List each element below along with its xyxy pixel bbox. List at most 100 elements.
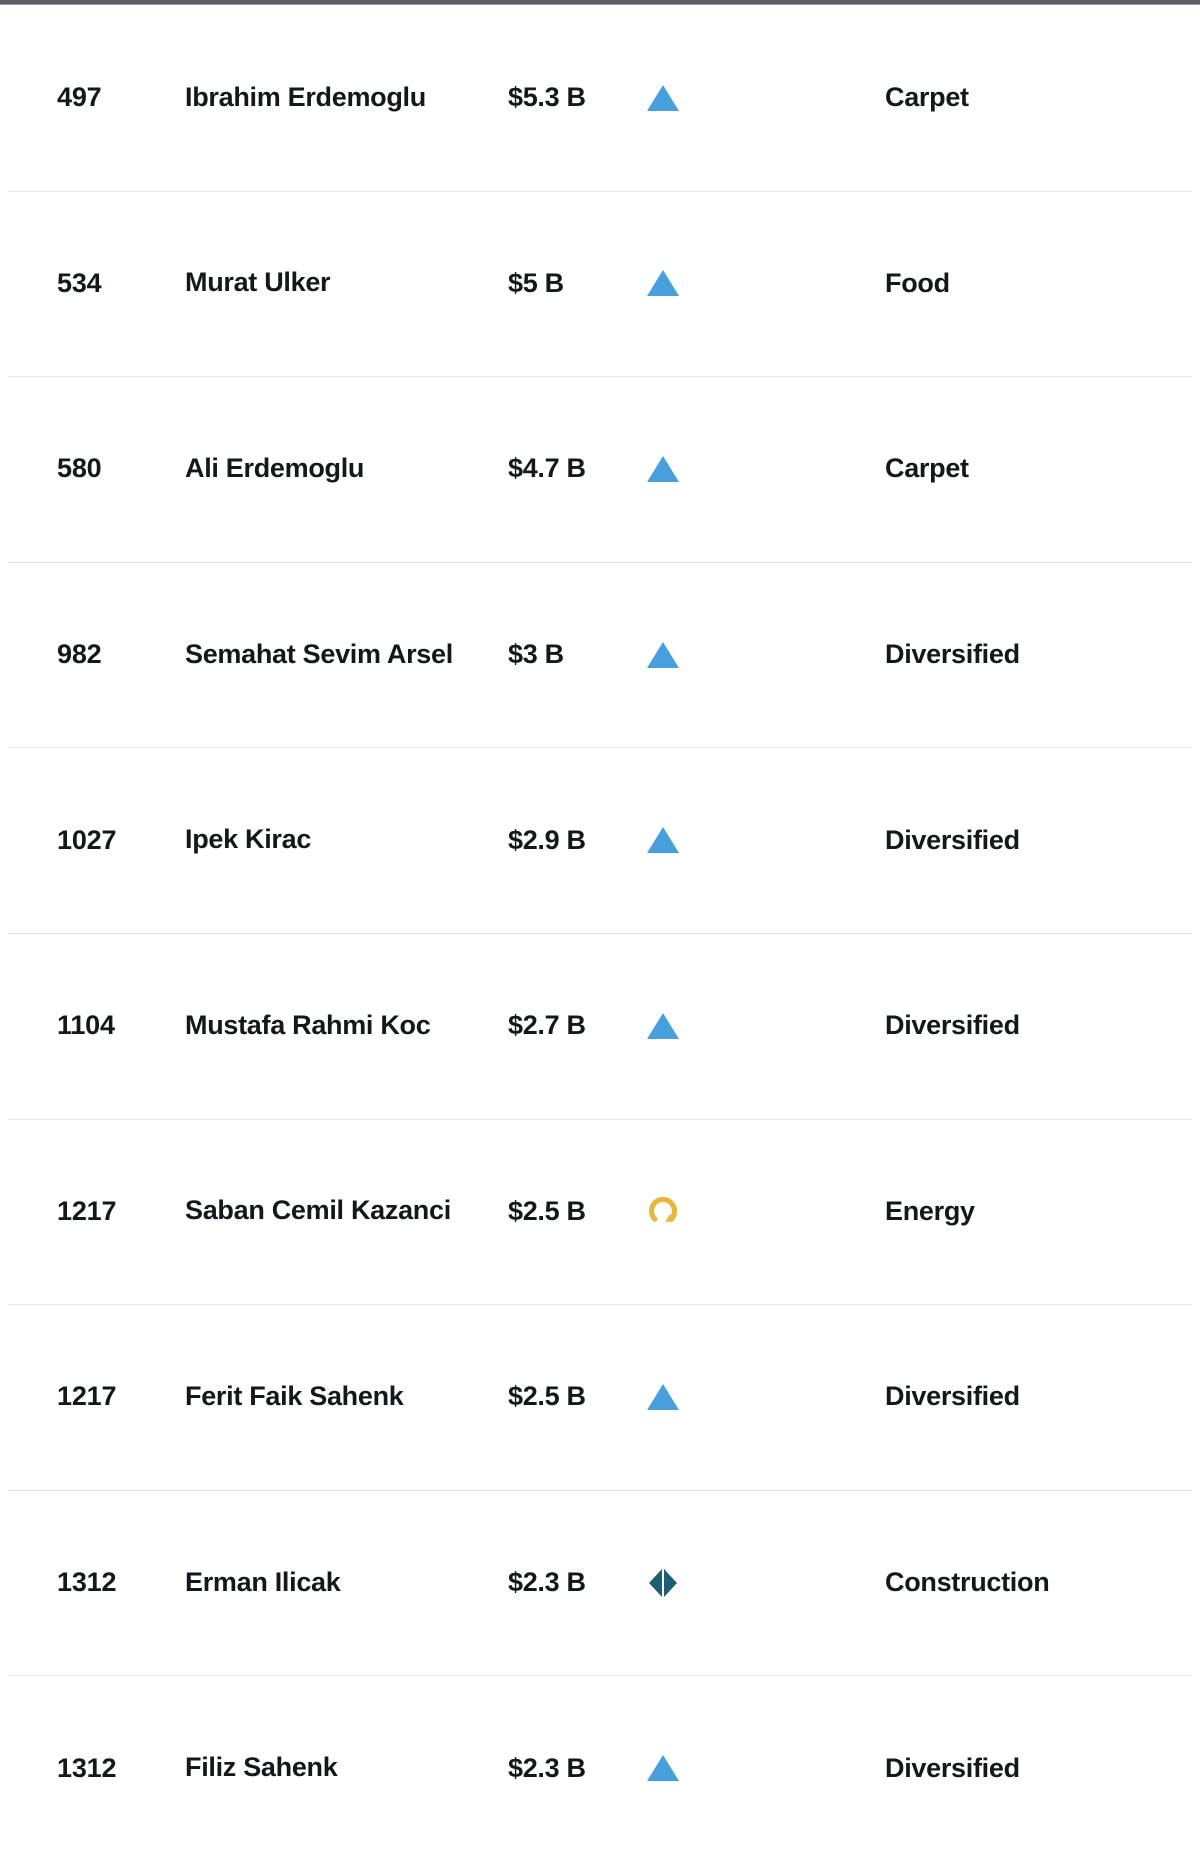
rank-cell: 1312 <box>0 1490 185 1676</box>
net-worth-value: $5 B <box>508 267 564 298</box>
person-name: Ali Erdemoglu <box>185 453 365 484</box>
net-worth-value: $2.5 B <box>508 1195 586 1226</box>
rank-value: 1217 <box>57 1381 117 1412</box>
rank-cell: 982 <box>0 562 185 748</box>
name-cell[interactable]: Murat Ulker <box>185 191 508 377</box>
up-triangle-icon <box>646 1011 680 1041</box>
net-worth-value: $2.9 B <box>508 824 586 855</box>
table-row[interactable]: 1217 Ferit Faik Sahenk $2.5 B Diversified <box>0 1304 1200 1490</box>
name-cell[interactable]: Ferit Faik Sahenk <box>185 1304 508 1490</box>
table-row[interactable]: 1312 Filiz Sahenk $2.3 B Diversified <box>0 1675 1200 1861</box>
rank-cell: 580 <box>0 376 185 562</box>
billionaires-table-page: 497 Ibrahim Erdemoglu $5.3 B Carpet 534 Murat… <box>0 0 1200 1861</box>
industry-cell: Diversified <box>885 1304 1200 1490</box>
table-row[interactable]: 982 Semahat Sevim Arsel $3 B Diversified <box>0 561 1200 748</box>
up-triangle-icon <box>646 1753 680 1783</box>
rank-value: 497 <box>57 82 102 113</box>
up-triangle-icon <box>646 83 680 113</box>
name-cell[interactable]: Filiz Sahenk <box>185 1675 508 1861</box>
industry-cell: Carpet <box>885 376 1200 562</box>
change-cell <box>635 191 885 377</box>
table-row[interactable]: 497 Ibrahim Erdemoglu $5.3 B Carpet <box>0 5 1200 191</box>
net-worth-cell: $4.7 B <box>508 376 635 562</box>
net-worth-cell: $5 B <box>508 191 635 377</box>
industry-cell: Diversified <box>885 933 1200 1119</box>
change-cell <box>635 1675 885 1861</box>
industry-cell: Diversified <box>885 562 1200 748</box>
person-name: Mustafa Rahmi Koc <box>185 1009 431 1040</box>
industry-value: Diversified <box>885 1010 1020 1041</box>
table-row[interactable]: 534 Murat Ulker $5 B Food <box>0 190 1200 377</box>
person-name: Saban Cemil Kazanci <box>185 1195 451 1226</box>
rank-cell: 1217 <box>0 1304 185 1490</box>
name-cell[interactable]: Semahat Sevim Arsel <box>185 562 508 748</box>
name-cell[interactable]: Ibrahim Erdemoglu <box>185 5 508 191</box>
net-worth-cell: $2.5 B <box>508 1119 635 1305</box>
net-worth-cell: $2.3 B <box>508 1675 635 1861</box>
industry-cell: Diversified <box>885 1675 1200 1861</box>
table-row[interactable]: 1217 Saban Cemil Kazanci $2.5 B Energy <box>0 1118 1200 1305</box>
billionaires-table: 497 Ibrahim Erdemoglu $5.3 B Carpet 534 Murat… <box>0 5 1200 1861</box>
industry-cell: Food <box>885 191 1200 377</box>
name-cell[interactable]: Saban Cemil Kazanci <box>185 1119 508 1305</box>
up-triangle-icon <box>646 454 680 484</box>
industry-value: Food <box>885 267 950 298</box>
industry-value: Energy <box>885 1195 975 1226</box>
name-cell[interactable]: Ipek Kirac <box>185 747 508 933</box>
rank-cell: 534 <box>0 191 185 377</box>
industry-value: Diversified <box>885 639 1020 670</box>
net-worth-value: $2.3 B <box>508 1752 586 1783</box>
person-name: Erman Ilicak <box>185 1566 341 1597</box>
rank-value: 1312 <box>57 1752 117 1783</box>
net-worth-value: $2.7 B <box>508 1010 586 1041</box>
person-name: Ibrahim Erdemoglu <box>185 81 426 112</box>
name-cell[interactable]: Erman Ilicak <box>185 1490 508 1676</box>
industry-value: Carpet <box>885 453 969 484</box>
net-worth-cell: $2.7 B <box>508 933 635 1119</box>
change-cell <box>635 1119 885 1305</box>
person-name: Murat Ulker <box>185 267 331 298</box>
industry-value: Diversified <box>885 1381 1020 1412</box>
table-row[interactable]: 1104 Mustafa Rahmi Koc $2.7 B Diversified <box>0 932 1200 1119</box>
rank-cell: 1312 <box>0 1675 185 1861</box>
net-worth-cell: $2.5 B <box>508 1304 635 1490</box>
net-worth-value: $4.7 B <box>508 453 586 484</box>
industry-cell: Diversified <box>885 747 1200 933</box>
table-row[interactable]: 1312 Erman Ilicak $2.3 B Construction <box>0 1489 1200 1676</box>
industry-value: Diversified <box>885 824 1020 855</box>
rank-value: 1312 <box>57 1567 117 1598</box>
industry-value: Carpet <box>885 82 969 113</box>
change-cell <box>635 1490 885 1676</box>
person-name: Ferit Faik Sahenk <box>185 1381 404 1412</box>
change-cell <box>635 933 885 1119</box>
rank-cell: 1217 <box>0 1119 185 1305</box>
up-triangle-icon <box>646 825 680 855</box>
up-triangle-icon <box>646 640 680 670</box>
industry-cell: Construction <box>885 1490 1200 1676</box>
industry-cell: Energy <box>885 1119 1200 1305</box>
industry-value: Construction <box>885 1567 1050 1598</box>
net-worth-value: $3 B <box>508 639 564 670</box>
up-triangle-icon <box>646 268 680 298</box>
left-right-diamond-icon <box>646 1566 680 1600</box>
net-worth-value: $5.3 B <box>508 82 586 113</box>
person-name: Filiz Sahenk <box>185 1752 338 1783</box>
net-worth-cell: $3 B <box>508 562 635 748</box>
industry-cell: Carpet <box>885 5 1200 191</box>
change-cell <box>635 747 885 933</box>
name-cell[interactable]: Mustafa Rahmi Koc <box>185 933 508 1119</box>
table-row[interactable]: 1027 Ipek Kirac $2.9 B Diversified <box>0 747 1200 933</box>
change-cell <box>635 5 885 191</box>
name-cell[interactable]: Ali Erdemoglu <box>185 376 508 562</box>
net-worth-value: $2.5 B <box>508 1381 586 1412</box>
person-name: Ipek Kirac <box>185 824 312 855</box>
net-worth-value: $2.3 B <box>508 1567 586 1598</box>
up-triangle-icon <box>646 1382 680 1412</box>
rank-value: 982 <box>57 639 102 670</box>
table-row[interactable]: 580 Ali Erdemoglu $4.7 B Carpet <box>0 376 1200 562</box>
person-name: Semahat Sevim Arsel <box>185 638 453 669</box>
net-worth-cell: $5.3 B <box>508 5 635 191</box>
rank-value: 1104 <box>57 1010 115 1041</box>
rank-cell: 1104 <box>0 933 185 1119</box>
net-worth-cell: $2.3 B <box>508 1490 635 1676</box>
